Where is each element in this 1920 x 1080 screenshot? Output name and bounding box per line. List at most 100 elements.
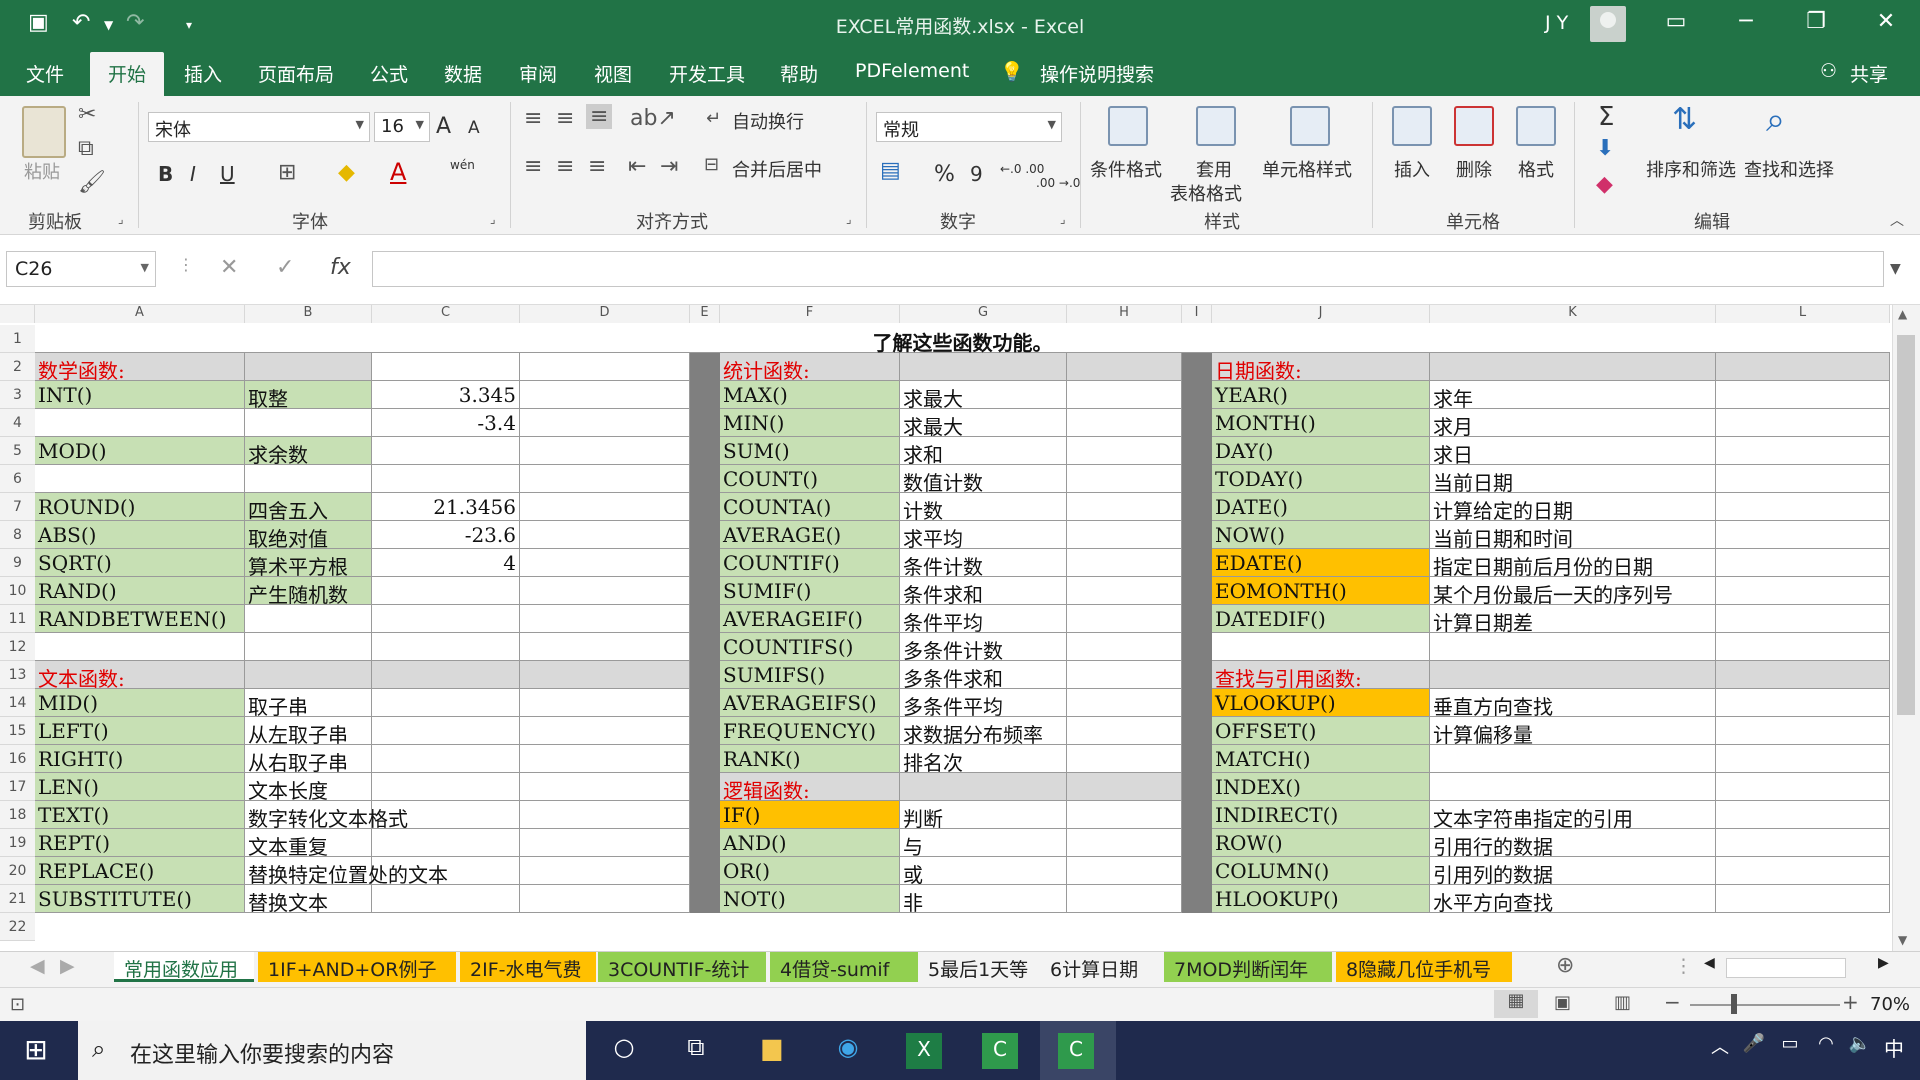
function-description[interactable]: 引用列的数据: [1430, 857, 1716, 887]
function-name[interactable]: YEAR(): [1212, 381, 1430, 409]
function-name[interactable]: SQRT(): [35, 549, 245, 577]
cell[interactable]: [372, 773, 520, 801]
function-name[interactable]: RANK(): [720, 745, 900, 773]
format-as-table-line1[interactable]: 套用: [1196, 156, 1232, 182]
function-name[interactable]: EOMONTH(): [1212, 577, 1430, 605]
column-header[interactable]: I: [1182, 305, 1212, 323]
font-launcher-icon[interactable]: ⌟: [490, 212, 496, 226]
function-name[interactable]: AVERAGEIFS(): [720, 689, 900, 717]
sheet-tab[interactable]: 3COUNTIF-统计: [598, 952, 766, 982]
function-name[interactable]: OR(): [720, 857, 900, 885]
edge-icon[interactable]: ◉: [830, 1033, 866, 1069]
taskbar-search[interactable]: ⌕ 在这里输入你要搜索的内容: [78, 1021, 586, 1080]
conditional-formatting-button[interactable]: 条件格式: [1090, 156, 1162, 182]
phonetic-guide-icon[interactable]: wén: [450, 158, 475, 172]
cell[interactable]: [1716, 661, 1890, 689]
function-name[interactable]: SUMIF(): [720, 577, 900, 605]
cell[interactable]: [1716, 437, 1890, 465]
zoom-level[interactable]: 70%: [1870, 994, 1910, 1015]
function-description[interactable]: [1430, 745, 1716, 773]
enter-icon[interactable]: ✓: [276, 255, 294, 280]
cell[interactable]: [1716, 689, 1890, 717]
align-bottom-icon[interactable]: ≡: [586, 104, 613, 129]
merge-center-icon[interactable]: ⊟: [704, 154, 719, 175]
scroll-tabs-right-icon[interactable]: ▶: [50, 952, 85, 982]
function-description[interactable]: 多条件求和: [900, 661, 1067, 691]
cell[interactable]: [1716, 493, 1890, 521]
cell[interactable]: [520, 381, 690, 409]
function-name[interactable]: DAY(): [1212, 437, 1430, 465]
tab-home[interactable]: 开始: [90, 52, 165, 96]
cell[interactable]: [1067, 801, 1182, 829]
function-name[interactable]: TEXT(): [35, 801, 245, 829]
underline-button[interactable]: U: [220, 162, 235, 186]
microphone-icon[interactable]: 🎤: [1736, 1033, 1772, 1069]
function-description[interactable]: 计数: [900, 493, 1067, 523]
function-description[interactable]: 排名次: [900, 745, 1067, 775]
function-description[interactable]: 计算给定的日期: [1430, 493, 1716, 523]
function-description[interactable]: 数字转化文本格式: [245, 801, 408, 831]
cell[interactable]: [372, 801, 520, 829]
cell[interactable]: [1067, 857, 1182, 885]
column-header[interactable]: J: [1212, 305, 1430, 323]
function-description[interactable]: 四舍五入: [245, 493, 372, 523]
cell[interactable]: [1067, 437, 1182, 465]
cell[interactable]: [1430, 633, 1716, 661]
sheet-tab[interactable]: 1IF+AND+OR例子: [258, 952, 456, 982]
cell-styles-icon[interactable]: [1290, 106, 1330, 146]
insert-cells-button[interactable]: 插入: [1394, 156, 1430, 182]
example-value[interactable]: -3.4: [372, 409, 520, 437]
row-header[interactable]: 5: [0, 437, 35, 465]
function-name[interactable]: RANDBETWEEN(): [35, 605, 245, 633]
cell[interactable]: [1067, 493, 1182, 521]
function-name[interactable]: DATE(): [1212, 493, 1430, 521]
function-name[interactable]: NOT(): [720, 885, 900, 913]
cell[interactable]: [900, 353, 1067, 381]
function-name[interactable]: INDIRECT(): [1212, 801, 1430, 829]
cell[interactable]: [1430, 661, 1716, 689]
cell[interactable]: [1716, 801, 1890, 829]
page-layout-view-icon[interactable]: ▣: [1554, 992, 1571, 1013]
user-name[interactable]: J Y: [1545, 12, 1568, 34]
function-name[interactable]: LEFT(): [35, 717, 245, 745]
cell[interactable]: [1716, 381, 1890, 409]
cell[interactable]: [372, 745, 520, 773]
cell[interactable]: [520, 465, 690, 493]
cell[interactable]: [1716, 745, 1890, 773]
column-header[interactable]: B: [245, 305, 372, 323]
example-value[interactable]: -23.6: [372, 521, 520, 549]
minimize-button[interactable]: ─: [1726, 9, 1766, 34]
row-header[interactable]: 8: [0, 521, 35, 549]
cell[interactable]: [520, 577, 690, 605]
cell[interactable]: [1067, 521, 1182, 549]
cell[interactable]: [1067, 745, 1182, 773]
select-all-corner[interactable]: [0, 305, 35, 323]
paste-icon[interactable]: [22, 106, 66, 158]
function-description[interactable]: 从左取子串: [245, 717, 372, 747]
function-name[interactable]: [35, 409, 245, 437]
function-description[interactable]: [245, 605, 372, 633]
cell[interactable]: [520, 633, 690, 661]
function-description[interactable]: 条件平均: [900, 605, 1067, 635]
row-header[interactable]: 7: [0, 493, 35, 521]
wrap-text-button[interactable]: 自动换行: [732, 108, 804, 134]
function-name[interactable]: AVERAGEIF(): [720, 605, 900, 633]
cell[interactable]: [520, 773, 690, 801]
function-name[interactable]: EDATE(): [1212, 549, 1430, 577]
example-value[interactable]: 21.3456: [372, 493, 520, 521]
function-description[interactable]: 求数据分布频率: [900, 717, 1067, 747]
align-center-icon[interactable]: ≡: [556, 154, 574, 179]
function-name[interactable]: LEN(): [35, 773, 245, 801]
function-description[interactable]: 判断: [900, 801, 1067, 831]
cell[interactable]: [1067, 465, 1182, 493]
autosum-icon[interactable]: Σ: [1598, 102, 1614, 132]
function-name[interactable]: COLUMN(): [1212, 857, 1430, 885]
cell[interactable]: [520, 689, 690, 717]
row-header[interactable]: 11: [0, 605, 35, 633]
cell[interactable]: [372, 353, 520, 381]
cell[interactable]: [372, 717, 520, 745]
cell[interactable]: [520, 661, 690, 689]
formula-input[interactable]: [372, 251, 1884, 287]
tab-formulas[interactable]: 公式: [370, 60, 408, 87]
section-header[interactable]: 文本函数:: [35, 661, 245, 691]
